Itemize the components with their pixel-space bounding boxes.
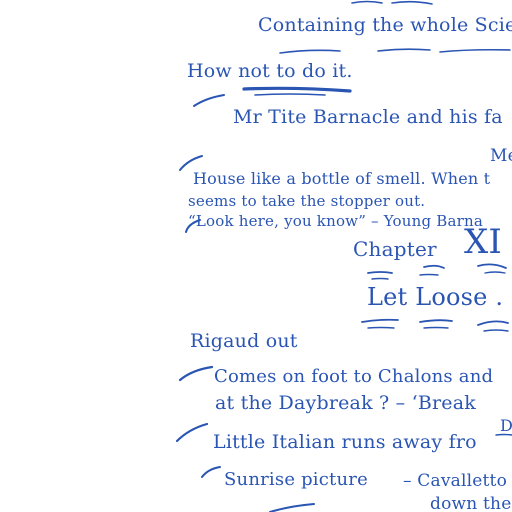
underline-stroke [484,271,506,274]
superscript-correction: D [500,416,512,435]
text-line: down the [430,494,512,512]
chapter-number: XI [464,222,503,262]
underline-stroke [483,329,509,332]
underline-stroke [242,86,352,93]
underline-stroke [367,326,395,329]
margin-tick [178,365,214,382]
underline-stroke [367,271,393,274]
margin-tick [201,466,221,478]
underline-stroke [361,318,399,323]
underline-stroke [423,264,445,269]
text-line: How not to do it. [187,60,353,82]
underline-stroke [419,273,439,276]
underline-stroke [477,320,509,326]
chapter-title: Let Loose . [367,283,504,311]
underline-stroke [254,93,326,96]
underline-stroke [439,48,511,53]
underline-stroke [419,319,453,323]
manuscript-page: Containing the whole Scie How not to do … [0,0,512,512]
underline-stroke [279,49,341,54]
text-line: Sunrise picture [224,469,368,490]
margin-tick [175,422,209,443]
text-line: House like a bottle of smell. When t [193,169,491,188]
text-line: Rigaud out [190,330,298,352]
underline-stroke [477,263,507,269]
text-line: Me [490,146,512,166]
underline-stroke [423,326,449,329]
underline-stroke [371,277,389,280]
text-line: Comes on foot to Chalons and [214,366,494,387]
text-line: at the Daybreak ? – ‘Break [215,392,476,414]
pen-stroke [269,503,315,512]
text-line: Containing the whole Scie [258,14,512,36]
text-line: seems to take the stopper out. [188,192,426,210]
pen-stroke [391,0,433,5]
margin-tick [193,94,225,107]
margin-tick [179,155,203,171]
underline-stroke [377,48,431,52]
pen-stroke [351,0,383,4]
text-line: Mr Tite Barnacle and his fa [233,106,503,128]
text-line: Little Italian runs away fro [213,431,477,453]
text-line: “Look here, you know” – Young Barna [188,212,483,230]
text-line: – Cavalletto [403,471,508,491]
chapter-label: Chapter [353,237,437,261]
